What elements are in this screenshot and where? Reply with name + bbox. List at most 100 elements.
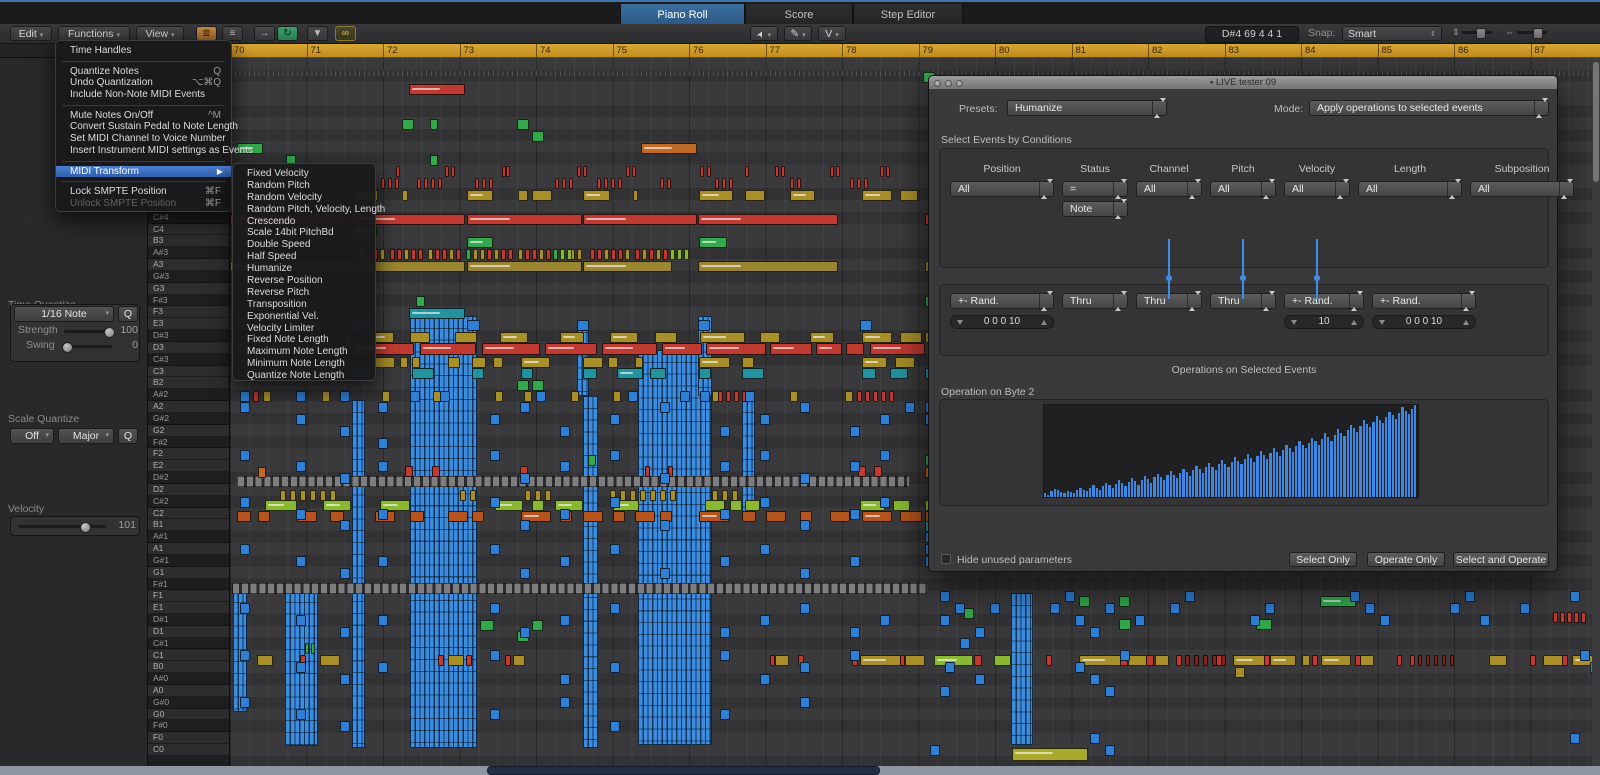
midi-note[interactable] [742, 511, 756, 522]
midi-note[interactable] [480, 249, 485, 260]
midi-note[interactable] [700, 166, 704, 177]
midi-note[interactable] [467, 214, 582, 225]
midi-note[interactable] [240, 603, 250, 614]
piano-key[interactable]: F2 [148, 448, 229, 461]
midi-note[interactable] [489, 178, 493, 189]
menu-item-midi-transform[interactable]: MIDI Transform ▶ [56, 165, 231, 178]
midi-note[interactable] [633, 190, 638, 201]
midi-note[interactable] [577, 249, 582, 260]
midi-note[interactable] [520, 568, 530, 579]
midi-note[interactable] [1012, 748, 1088, 761]
midi-note[interactable] [698, 261, 838, 272]
piano-key[interactable]: D#2 [148, 472, 229, 484]
midi-note[interactable] [618, 249, 623, 260]
midi-note[interactable] [760, 615, 770, 626]
midi-note[interactable] [760, 497, 770, 508]
midi-note[interactable] [597, 249, 602, 260]
midi-note[interactable] [296, 709, 306, 720]
midi-note[interactable] [1410, 655, 1415, 666]
midi-note[interactable] [470, 490, 476, 501]
midi-note[interactable] [257, 655, 273, 666]
midi-note[interactable] [1090, 674, 1100, 685]
menu-item-set-midi-channel-to-voice-number[interactable]: Set MIDI Channel to Voice Number [56, 133, 231, 145]
pencil-tool[interactable]: ✎ ▾ [784, 26, 812, 41]
condition-dropdown-subposition[interactable]: All [1470, 179, 1574, 199]
midi-note[interactable] [378, 438, 388, 449]
piano-key[interactable]: D1 [148, 625, 229, 638]
midi-note[interactable] [404, 249, 409, 260]
midi-note[interactable] [760, 414, 770, 425]
midi-note[interactable] [1065, 591, 1075, 602]
menu-item-undo-quantization[interactable]: Undo Quantization ⌥⌘Q [56, 77, 231, 89]
piano-key[interactable]: F#0 [148, 720, 229, 733]
midi-note[interactable] [1212, 655, 1217, 666]
midi-note[interactable] [700, 332, 745, 343]
midi-note[interactable] [900, 655, 905, 666]
midi-note[interactable] [432, 466, 440, 477]
midi-note[interactable] [532, 131, 544, 142]
piano-key[interactable]: D#3 [148, 330, 229, 342]
midi-note[interactable] [390, 249, 395, 260]
midi-note[interactable] [1155, 655, 1169, 666]
midi-note[interactable] [495, 391, 503, 402]
midi-note[interactable] [649, 249, 654, 260]
midi-note[interactable] [770, 343, 812, 355]
midi-note[interactable] [699, 357, 730, 368]
midi-note[interactable] [617, 368, 643, 379]
midi-note[interactable] [900, 511, 922, 522]
midi-note[interactable] [532, 249, 537, 260]
midi-note[interactable] [435, 249, 440, 260]
midi-note[interactable] [800, 568, 810, 579]
midi-note[interactable] [836, 166, 840, 177]
midi-note[interactable] [440, 391, 450, 402]
mode-dropdown[interactable]: Apply operations to selected events [1309, 98, 1549, 118]
midi-note[interactable] [608, 357, 618, 368]
midi-note[interactable] [845, 391, 853, 402]
midi-note[interactable] [864, 178, 868, 189]
submenu-item-random-velocity[interactable]: Random Velocity [233, 192, 375, 204]
midi-note[interactable] [635, 249, 640, 260]
submenu-item-reverse-pitch[interactable]: Reverse Pitch [233, 287, 375, 299]
midi-note[interactable] [430, 155, 438, 166]
midi-note[interactable] [1120, 650, 1130, 661]
midi-note[interactable] [323, 500, 351, 511]
midi-note[interactable] [583, 511, 603, 522]
window-minimize-icon[interactable] [945, 80, 952, 87]
midi-note[interactable] [604, 178, 608, 189]
midi-note[interactable] [990, 603, 1000, 614]
piano-key[interactable]: A2 [148, 401, 229, 413]
midi-note[interactable] [760, 544, 770, 555]
midi-note[interactable] [532, 190, 552, 201]
midi-note[interactable] [610, 544, 620, 555]
midi-note[interactable] [518, 249, 523, 260]
piano-key[interactable]: G2 [148, 424, 229, 437]
midi-note[interactable] [490, 650, 500, 661]
midi-note[interactable] [311, 643, 315, 654]
midi-note[interactable] [745, 190, 765, 201]
midi-note[interactable] [490, 603, 500, 614]
midi-note[interactable] [940, 615, 950, 626]
midi-note[interactable] [416, 296, 425, 307]
midi-note[interactable] [1426, 655, 1430, 666]
midi-note[interactable] [340, 721, 350, 732]
submenu-item-transposition[interactable]: Transposition [233, 299, 375, 311]
pointer-tool[interactable]: ➤▾ [750, 26, 778, 41]
midi-note[interactable] [613, 391, 621, 402]
menu-item-quantize-notes[interactable]: Quantize Notes Q [56, 66, 231, 78]
midi-note[interactable] [862, 357, 887, 368]
midi-note[interactable] [955, 603, 965, 614]
midi-note[interactable] [320, 655, 340, 666]
midi-note[interactable] [1079, 655, 1124, 666]
piano-key[interactable]: D#1 [148, 614, 229, 626]
piano-key[interactable]: B0 [148, 661, 229, 674]
piano-key[interactable]: A1 [148, 543, 229, 555]
midi-note[interactable] [905, 655, 925, 666]
midi-note[interactable] [775, 655, 789, 666]
midi-note[interactable] [1203, 655, 1208, 666]
midi-note[interactable] [340, 473, 350, 484]
midi-note[interactable] [490, 497, 500, 508]
horizontal-scrollbar-thumb[interactable] [487, 766, 880, 775]
midi-note[interactable] [1046, 655, 1052, 666]
operation-stepper-4[interactable]: 10 [1284, 315, 1364, 329]
midi-note[interactable] [846, 343, 864, 355]
